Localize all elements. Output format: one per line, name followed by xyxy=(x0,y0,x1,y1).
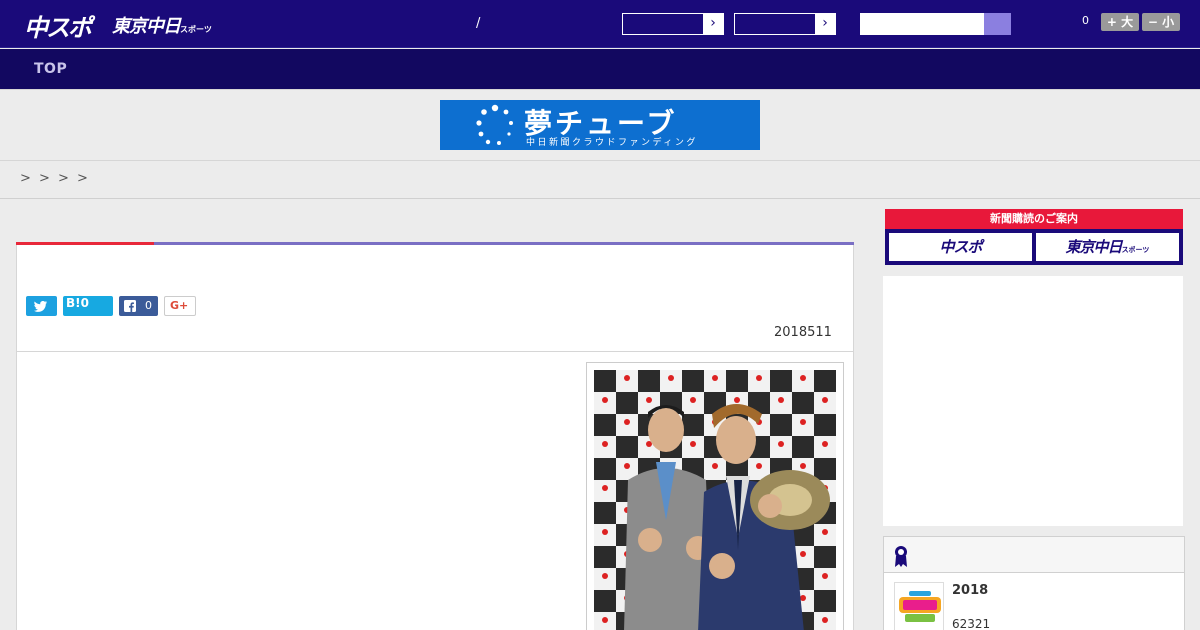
article-accent-bar xyxy=(154,242,854,245)
breadcrumb-separator: > xyxy=(20,171,31,186)
site-header: 中スポ 東京中日スポーツ / › › 0 + 大 − 小 xyxy=(0,0,1200,48)
logo-tokyo-text: 東京中日 xyxy=(112,16,181,37)
googleplus-share-button[interactable]: G+ xyxy=(164,296,196,316)
banner-area: 夢チューブ 中日新聞クラウドファンディング xyxy=(0,89,1200,161)
facebook-icon xyxy=(124,300,136,312)
article-photo[interactable] xyxy=(594,370,836,630)
sidebar-ad-slot xyxy=(883,276,1183,526)
search-button[interactable] xyxy=(984,13,1011,35)
facebook-share-button[interactable]: 0 xyxy=(119,296,158,316)
nav-item-top[interactable]: TOP xyxy=(34,61,67,77)
ranking-item-title[interactable]: 2018 xyxy=(952,583,988,598)
twitter-share-button[interactable] xyxy=(26,296,57,316)
banner-subtitle: 中日新聞クラウドファンディング xyxy=(526,138,698,148)
font-decrease-button[interactable]: − 小 xyxy=(1142,13,1180,31)
header-separator: / xyxy=(476,16,481,31)
yume-tube-banner[interactable]: 夢チューブ 中日新聞クラウドファンディング xyxy=(440,100,760,150)
breadcrumb-separator: > xyxy=(39,171,50,186)
article-accent-bar xyxy=(16,242,154,245)
hatena-bookmark-button[interactable]: B!0 xyxy=(63,296,113,316)
hatena-label: B!0 xyxy=(66,296,89,310)
font-increase-button[interactable]: + 大 xyxy=(1101,13,1139,31)
subscribe-tokyo-text: 東京中日 xyxy=(1065,238,1123,256)
breadcrumb: > > > > xyxy=(0,161,1200,199)
global-nav: TOP xyxy=(0,49,1200,89)
twitter-bird-icon xyxy=(34,301,47,312)
subscription-banner-title: 新聞購読のご案内 xyxy=(885,209,1183,229)
sports-logo-thumbnail xyxy=(895,583,943,630)
search-input[interactable] xyxy=(860,13,984,35)
chevron-right-icon: › xyxy=(703,14,723,34)
breadcrumb-separator: > xyxy=(58,171,69,186)
category-select-1[interactable]: › xyxy=(622,13,724,35)
ribbon-award-icon xyxy=(895,546,907,567)
ranking-widget: 2018 62321 xyxy=(883,536,1185,630)
subscribe-tokyo-small: スポーツ xyxy=(1121,246,1150,254)
article-divider xyxy=(16,351,854,352)
article-date: 2018511 xyxy=(774,325,832,340)
ranking-item-meta: 62321 xyxy=(952,617,991,630)
subscription-banner[interactable]: 新聞購読のご案内 中スポ 東京中日スポーツ xyxy=(885,209,1183,265)
chevron-right-icon: › xyxy=(815,14,835,34)
facebook-count: 0 xyxy=(145,299,152,312)
logo-chuspo[interactable]: 中スポ xyxy=(24,8,92,43)
logo-tokyo-chunichi[interactable]: 東京中日スポーツ xyxy=(112,12,212,38)
font-size-count: 0 xyxy=(1082,14,1089,27)
boxers-press-photo xyxy=(594,370,836,630)
ranking-thumbnail[interactable] xyxy=(894,582,944,630)
logo-tokyo-small: スポーツ xyxy=(180,25,212,34)
breadcrumb-separator: > xyxy=(77,171,88,186)
subscribe-chuspo[interactable]: 中スポ xyxy=(889,233,1032,261)
ranking-header xyxy=(884,537,1184,573)
googleplus-label: G+ xyxy=(170,299,189,312)
dots-circle-icon xyxy=(476,104,513,145)
subscribe-tokyo-chunichi[interactable]: 東京中日スポーツ xyxy=(1036,233,1179,261)
category-select-2[interactable]: › xyxy=(734,13,836,35)
